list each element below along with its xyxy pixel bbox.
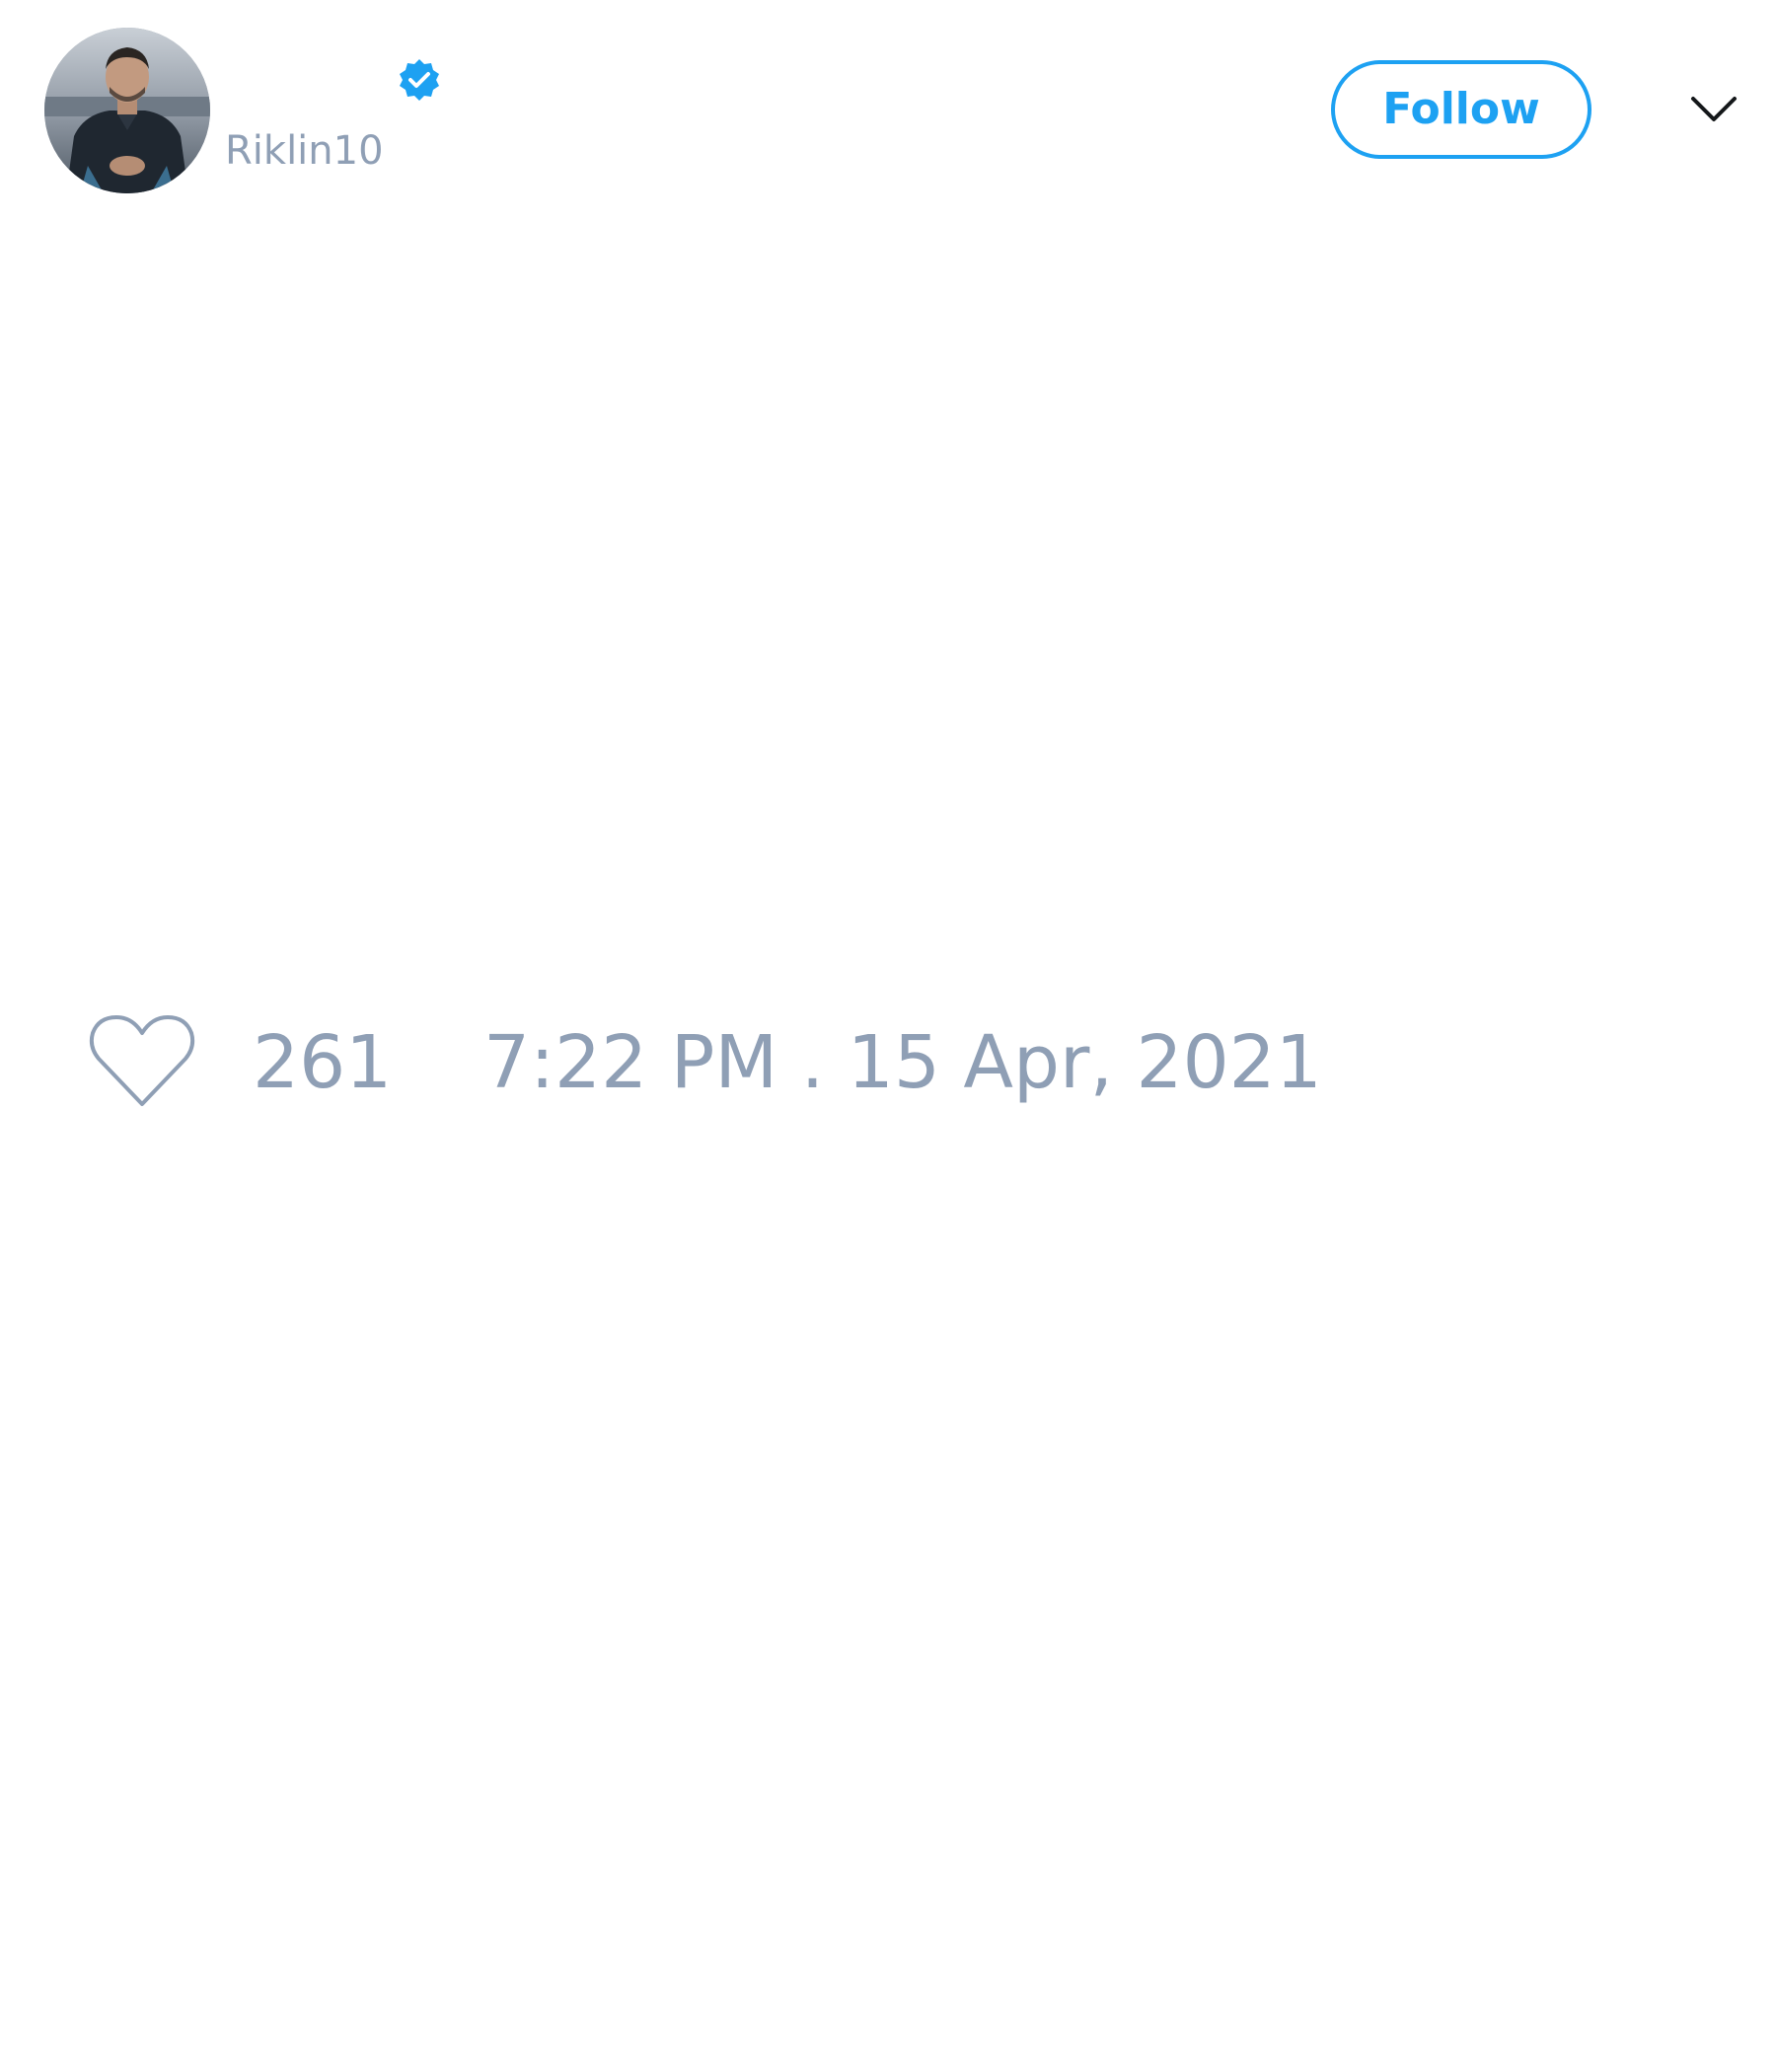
like-count: 261 [253, 1020, 393, 1105]
verified-badge-icon [397, 57, 442, 103]
heart-outline-icon[interactable] [87, 1013, 197, 1108]
avatar-photo [44, 28, 210, 193]
author-display-name[interactable] [225, 57, 383, 107]
chevron-down-icon[interactable] [1689, 89, 1739, 128]
author-avatar[interactable] [44, 28, 210, 193]
tweet-stats-row: 261 7:22 PM . 15 Apr, 2021 [0, 1006, 1776, 1115]
tweet-timestamp[interactable]: 7:22 PM . 15 Apr, 2021 [483, 1018, 1322, 1107]
follow-button[interactable]: Follow [1331, 60, 1591, 159]
author-handle[interactable]: Riklin10 [225, 126, 384, 176]
tweet-card: Riklin10 Follow 261 7:22 PM . 15 Apr, 20… [0, 0, 1776, 2072]
